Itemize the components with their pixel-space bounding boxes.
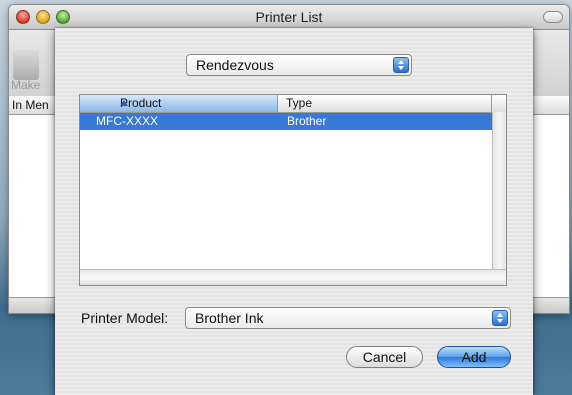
vertical-scrollbar[interactable] xyxy=(492,112,506,269)
add-printer-sheet: Rendezvous Product Type MFC-XXXX Brother… xyxy=(55,28,533,395)
header-corner xyxy=(491,95,506,112)
sort-ascending-icon xyxy=(120,100,128,106)
printer-model-popup[interactable]: Brother Ink xyxy=(185,307,511,329)
printer-model-value: Brother Ink xyxy=(195,310,264,326)
toolbar-toggle-icon[interactable] xyxy=(543,11,563,23)
connection-type-popup[interactable]: Rendezvous xyxy=(186,54,412,76)
list-header: Product Type xyxy=(80,95,506,113)
type-cell: Brother xyxy=(287,114,327,128)
printer-list: Product Type MFC-XXXX Brother xyxy=(79,94,507,286)
in-menu-header[interactable]: In Men xyxy=(12,98,49,112)
horizontal-scrollbar[interactable] xyxy=(80,269,506,285)
printer-model-label: Printer Model: xyxy=(81,310,169,326)
title-bar[interactable]: Printer List xyxy=(9,5,569,30)
cancel-button[interactable]: Cancel xyxy=(346,346,423,368)
popup-arrows-icon xyxy=(492,310,508,326)
connection-type-value: Rendezvous xyxy=(196,57,274,73)
list-item[interactable]: MFC-XXXX Brother xyxy=(80,113,492,130)
toolbar-make-label[interactable]: Make xyxy=(11,78,40,92)
window-title: Printer List xyxy=(255,9,323,25)
product-cell: MFC-XXXX xyxy=(96,114,159,128)
add-button[interactable]: Add xyxy=(437,346,511,368)
product-column-header[interactable]: Product xyxy=(80,95,278,112)
type-column-header[interactable]: Type xyxy=(286,96,312,110)
make-default-icon[interactable] xyxy=(13,50,39,80)
popup-arrows-icon xyxy=(393,57,409,73)
